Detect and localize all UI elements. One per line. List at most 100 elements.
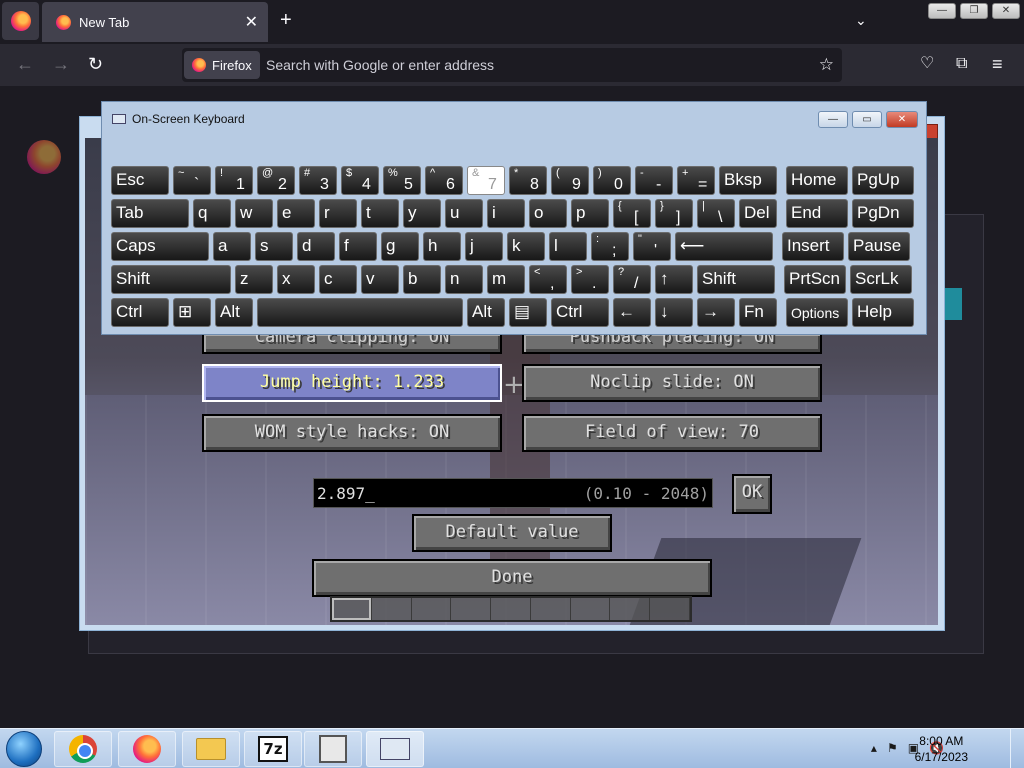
url-bar[interactable]: Firefox Search with Google or enter addr… [182,48,842,82]
key-prtscn[interactable]: PrtScn [784,265,846,294]
menu-icon[interactable]: ≡ [992,54,1003,74]
key-fn[interactable]: Fn [739,298,777,327]
key-alt[interactable]: Alt [467,298,505,327]
key-sym[interactable]: }] [655,199,693,228]
key-3[interactable]: #3 [299,166,337,195]
reload-icon[interactable]: ↻ [88,54,103,74]
key-d[interactable]: d [297,232,335,261]
taskbar-7zip[interactable]: 7z [244,731,302,767]
key-z[interactable]: z [235,265,273,294]
value-input[interactable]: 2.897_ (0.10 - 2048) [313,478,713,508]
key-b[interactable]: b [403,265,441,294]
osk-maximize-button[interactable]: ▭ [852,111,882,128]
close-window-button[interactable]: ✕ [992,3,1020,19]
taskbar-classicube[interactable] [304,731,362,767]
key-del[interactable]: Del [739,199,777,228]
key-sym[interactable]: ? / [613,265,651,294]
pushback-placing-button[interactable]: Pushback placing: ON [522,332,822,354]
key-sym[interactable]: >. [571,265,609,294]
osk-close-button[interactable]: ✕ [886,111,918,128]
key-sym[interactable]: → [697,298,735,327]
key-insert[interactable]: Insert [782,232,844,261]
tab-new-tab[interactable]: New Tab ✕ [42,2,268,42]
firefox-view-button[interactable] [2,2,39,40]
key-m[interactable]: m [487,265,525,294]
key-f[interactable]: f [339,232,377,261]
key-5[interactable]: % 5 [383,166,421,195]
key-ctrl[interactable]: Ctrl [111,298,169,327]
key-sym[interactable]: ↓ [655,298,693,327]
key-sym[interactable]: + = [677,166,715,195]
key-shift[interactable]: Shift [111,265,231,294]
pocket-icon[interactable]: ♡ [920,54,934,74]
new-tab-button[interactable]: + [280,10,292,30]
forward-icon[interactable]: → [52,54,70,74]
key-bksp[interactable]: Bksp [719,166,777,195]
key-end[interactable]: End [786,199,848,228]
key-pgdn[interactable]: PgDn [852,199,914,228]
key-help[interactable]: Help [852,298,914,327]
key-sym[interactable]: ~ ` [173,166,211,195]
start-button[interactable] [6,731,42,767]
key-a[interactable]: a [213,232,251,261]
key-r[interactable]: r [319,199,357,228]
noclip-slide-button[interactable]: Noclip slide: ON [522,364,822,402]
chevron-down-icon[interactable]: ⌄ [855,12,867,29]
key-6[interactable]: ^ 6 [425,166,463,195]
key-g[interactable]: g [381,232,419,261]
action-center-flag-icon[interactable]: ⚑ [887,741,898,755]
key-home[interactable]: Home [786,166,848,195]
url-input[interactable]: Search with Google or enter address [266,57,494,73]
key-1[interactable]: ! 1 [215,166,253,195]
key-options[interactable]: Options [786,298,848,327]
key-e[interactable]: e [277,199,315,228]
key-c[interactable]: c [319,265,357,294]
key-sym[interactable]: ← [613,298,651,327]
key-sym[interactable]: :; [591,232,629,261]
key-scrlk[interactable]: ScrLk [850,265,912,294]
key-x[interactable]: x [277,265,315,294]
key-sym[interactable]: {[ [613,199,651,228]
key-sym[interactable]: ▤ [509,298,547,327]
taskbar-firefox[interactable] [118,731,176,767]
key-caps[interactable]: Caps [111,232,209,261]
done-button[interactable]: Done [312,559,712,597]
key-4[interactable]: $4 [341,166,379,195]
key-9[interactable]: (9 [551,166,589,195]
key-shift[interactable]: Shift [697,265,775,294]
minimize-button[interactable]: — [928,3,956,19]
key-l[interactable]: l [549,232,587,261]
camera-clipping-button[interactable]: Camera clipping: ON [202,332,502,354]
taskbar-osk[interactable] [366,731,424,767]
jump-height-button[interactable]: Jump height: 1.233 [202,364,502,402]
key-u[interactable]: u [445,199,483,228]
key-esc[interactable]: Esc [111,166,169,195]
key-v[interactable]: v [361,265,399,294]
key-n[interactable]: n [445,265,483,294]
key-t[interactable]: t [361,199,399,228]
taskbar-chrome[interactable] [54,731,112,767]
key-7[interactable]: & 7 [467,166,505,195]
extensions-icon[interactable]: ⧉ [956,54,967,74]
restore-button[interactable]: ❐ [960,3,988,19]
key-2[interactable]: @2 [257,166,295,195]
ok-button[interactable]: OK [732,474,772,514]
key-space[interactable] [257,298,463,327]
key-pgup[interactable]: PgUp [852,166,914,195]
key-h[interactable]: h [423,232,461,261]
key-o[interactable]: o [529,199,567,228]
key-sym[interactable]: ⊞ [173,298,211,327]
back-icon[interactable]: ← [16,54,34,74]
key-j[interactable]: j [465,232,503,261]
key-i[interactable]: i [487,199,525,228]
key-ctrl[interactable]: Ctrl [551,298,609,327]
key-s[interactable]: s [255,232,293,261]
bookmark-star-icon[interactable]: ☆ [819,55,834,75]
key-pause[interactable]: Pause [848,232,910,261]
key-k[interactable]: k [507,232,545,261]
taskbar-file-explorer[interactable] [182,731,240,767]
identity-box[interactable]: Firefox [184,51,260,79]
key-sym[interactable]: <, [529,265,567,294]
key-w[interactable]: w [235,199,273,228]
key-0[interactable]: ) 0 [593,166,631,195]
